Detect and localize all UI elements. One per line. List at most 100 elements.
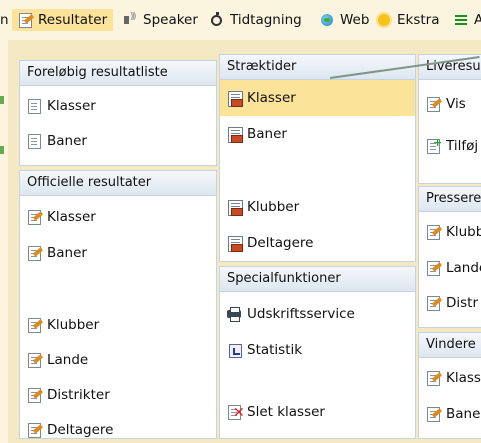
special-udskriftsservice-label: Udskriftsservice: [247, 306, 355, 322]
result-doc-icon: [26, 245, 44, 261]
straektider-klubber[interactable]: Klubber: [226, 195, 299, 219]
straektider-deltagere[interactable]: Deltagere: [226, 231, 313, 255]
result-doc-icon: [26, 422, 44, 438]
pressere-klubber-label: Klubb: [446, 224, 481, 240]
result-doc-icon: [425, 370, 443, 386]
liveresul-tilfoej-label: Tilføj: [446, 138, 479, 154]
delete-doc-icon: ✕: [226, 404, 245, 420]
special-udskriftsservice[interactable]: Udskriftsservice: [226, 302, 355, 326]
pressere-klubber[interactable]: Klubb: [425, 220, 481, 244]
vindere-baner-label: Bane: [446, 406, 481, 422]
split-sheet-icon: [226, 199, 243, 216]
foreloebig-klasser-label: Klasser: [47, 98, 96, 114]
pressere-lande[interactable]: Lande: [425, 256, 481, 280]
list-icon: [453, 12, 469, 28]
special-statistik-label: Statistik: [247, 342, 303, 358]
menu-tidtagning-label: Tidtagning: [230, 12, 302, 28]
vindere-klasser[interactable]: Klass: [425, 366, 481, 390]
officielle-deltagere[interactable]: Deltagere: [26, 418, 114, 438]
liveresul-vis-label: Vis: [446, 96, 466, 112]
list-doc-icon: [26, 133, 42, 149]
menu-a[interactable]: A: [453, 9, 481, 31]
straektider-klasser-label: Klasser: [247, 90, 296, 106]
group-vindere: Vindere Klass Bane: [418, 332, 481, 439]
menu-speaker[interactable]: Speaker: [122, 9, 198, 31]
statistics-icon: [226, 342, 242, 358]
add-doc-icon: +: [425, 137, 442, 154]
officielle-klubber-label: Klubber: [47, 317, 100, 333]
result-doc-icon: [425, 224, 443, 240]
officielle-lande-label: Lande: [47, 352, 89, 368]
globe-icon: [319, 12, 335, 28]
menu-partial-item[interactable]: n: [0, 9, 9, 31]
officielle-baner[interactable]: Baner: [26, 241, 87, 265]
result-doc-icon: [17, 12, 35, 28]
menu-web[interactable]: Web: [319, 9, 369, 31]
menu-bar: n Resultater Speaker Tidtagning Web Ekst…: [0, 0, 481, 40]
result-doc-icon: [425, 295, 443, 311]
straektider-klasser[interactable]: Klasser: [220, 80, 415, 116]
split-sheet-icon: [226, 90, 243, 107]
group-vindere-title: Vindere: [419, 333, 481, 358]
foreloebig-klasser[interactable]: Klasser: [26, 94, 96, 118]
split-sheet-icon: [226, 126, 243, 143]
straektider-klubber-label: Klubber: [247, 199, 300, 215]
speaker-icon: [122, 12, 138, 28]
result-doc-icon: [26, 352, 44, 368]
officielle-klasser[interactable]: Klasser: [26, 205, 96, 229]
group-foreloebig: Foreløbig resultatliste Klasser Baner: [19, 60, 217, 166]
pressere-lande-label: Lande: [446, 260, 481, 276]
straektider-baner[interactable]: Baner: [226, 122, 287, 146]
officielle-distrikter[interactable]: Distrikter: [26, 383, 110, 407]
result-doc-icon: [26, 387, 44, 403]
group-pressere-title: Pressere: [419, 187, 481, 212]
foreloebig-baner[interactable]: Baner: [26, 129, 87, 153]
menu-ekstra[interactable]: Ekstra: [376, 9, 440, 31]
pressere-distrikter-label: Distr: [446, 295, 479, 311]
officielle-distrikter-label: Distrikter: [47, 387, 110, 403]
result-doc-icon: [425, 96, 443, 112]
sun-icon: [376, 12, 392, 28]
officielle-lande[interactable]: Lande: [26, 348, 88, 372]
list-doc-icon: [26, 98, 42, 114]
straektider-baner-label: Baner: [247, 126, 287, 142]
officielle-deltagere-label: Deltagere: [47, 422, 114, 438]
menu-resultater-label: Resultater: [38, 12, 108, 28]
special-statistik[interactable]: Statistik: [226, 338, 302, 362]
vindere-klasser-label: Klass: [446, 370, 481, 386]
group-special: Specialfunktioner Udskriftsservice Stati…: [219, 266, 416, 439]
liveresul-tilfoej[interactable]: + Tilføj: [425, 134, 478, 158]
special-slet-klasser[interactable]: ✕ Slet klasser: [226, 400, 325, 424]
group-special-title: Specialfunktioner: [220, 267, 415, 292]
result-doc-icon: [26, 317, 44, 333]
group-officielle-title: Officielle resultater: [20, 171, 216, 196]
menu-partial-label: n: [0, 12, 9, 28]
menu-resultater[interactable]: Resultater: [12, 9, 114, 31]
vindere-baner[interactable]: Bane: [425, 402, 480, 426]
group-straektider: Stræktider Klasser Baner Klubber Deltage…: [219, 54, 416, 262]
group-foreloebig-title: Foreløbig resultatliste: [20, 61, 216, 86]
group-pressere: Pressere Klubb Lande Distr: [418, 186, 481, 328]
resultater-dropdown: Foreløbig resultatliste Klasser Baner Of…: [8, 40, 481, 443]
officielle-baner-label: Baner: [47, 245, 87, 261]
result-doc-icon: [425, 406, 443, 422]
background-window-edge: [0, 146, 4, 154]
special-slet-klasser-label: Slet klasser: [247, 404, 325, 420]
foreloebig-baner-label: Baner: [47, 133, 87, 149]
printer-icon: [226, 306, 242, 322]
menu-speaker-label: Speaker: [143, 12, 198, 28]
group-officielle: Officielle resultater Klasser Baner Klub…: [19, 170, 217, 439]
result-doc-icon: [425, 260, 443, 276]
menu-ekstra-label: Ekstra: [397, 12, 440, 28]
straektider-deltagere-label: Deltagere: [247, 235, 314, 251]
group-straektider-title: Stræktider: [220, 55, 415, 80]
stopwatch-icon: [209, 12, 225, 28]
liveresul-vis[interactable]: Vis: [425, 92, 466, 116]
group-liveresul: Liveresul Vis + Tilføj: [418, 54, 481, 184]
result-doc-icon: [26, 209, 44, 225]
background-window-edge: [0, 96, 4, 104]
split-sheet-icon: [226, 235, 243, 252]
officielle-klubber[interactable]: Klubber: [26, 313, 99, 337]
pressere-distrikter[interactable]: Distr: [425, 291, 478, 315]
menu-tidtagning[interactable]: Tidtagning: [209, 9, 302, 31]
